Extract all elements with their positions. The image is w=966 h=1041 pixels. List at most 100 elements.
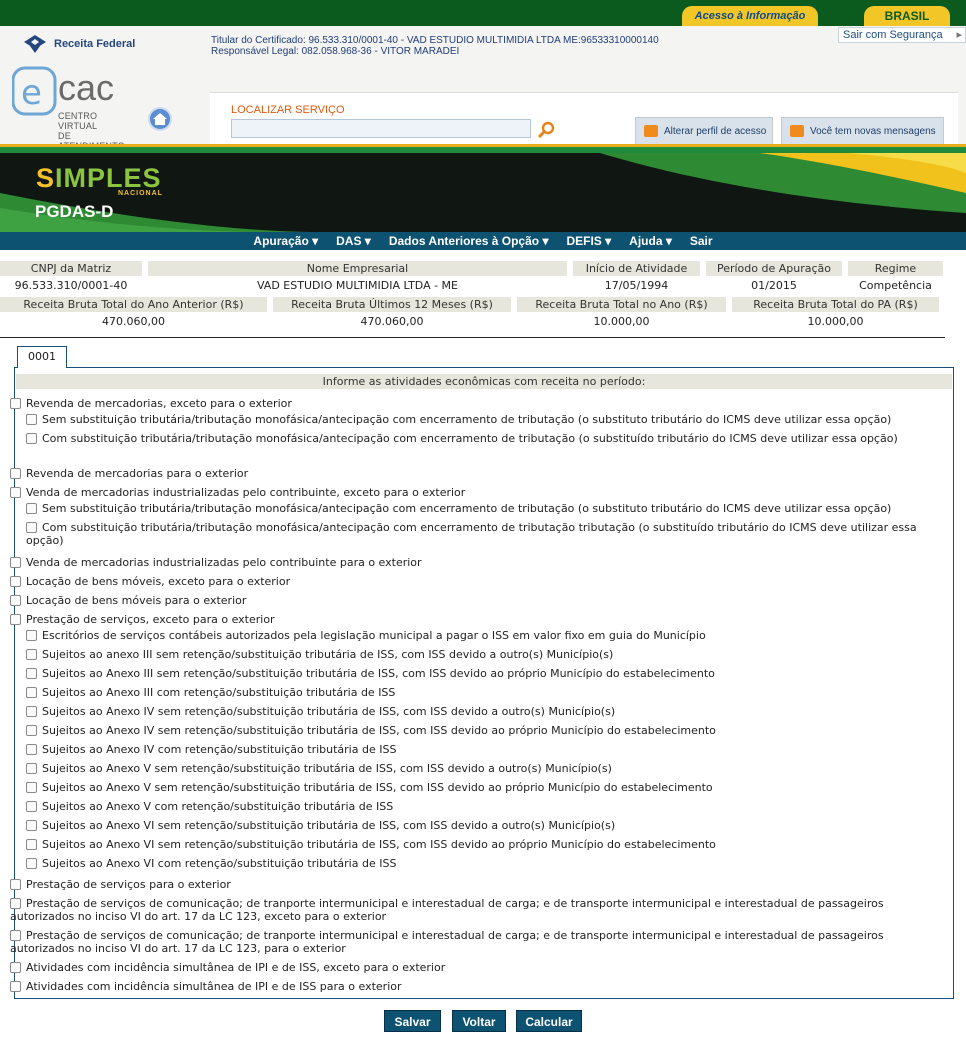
checkbox[interactable]	[26, 687, 37, 698]
activity-item[interactable]: Sujeitos ao Anexo IV sem retenção/substi…	[26, 705, 925, 718]
activity-label: Com substituição tributária/tributação m…	[26, 521, 917, 547]
activity-label: Venda de mercadorias industrializadas pe…	[26, 486, 466, 499]
activity-item[interactable]: Venda de mercadorias industrializadas pe…	[10, 486, 925, 499]
activity-item[interactable]: Prestação de serviços de comunicação; de…	[10, 929, 925, 955]
simples-logo-s: S	[36, 163, 56, 193]
activity-label: Atividades com incidência simultânea de …	[26, 980, 402, 993]
checkbox[interactable]	[26, 839, 37, 850]
checkbox[interactable]	[26, 433, 37, 444]
activity-item[interactable]: Sem substituição tributária/tributação m…	[26, 502, 925, 515]
search-icon[interactable]	[538, 121, 555, 138]
activity-label: Sujeitos ao Anexo VI sem retenção/substi…	[42, 819, 616, 832]
checkbox[interactable]	[10, 576, 21, 587]
nav-ajuda[interactable]: Ajuda ▾	[620, 232, 681, 250]
activity-item[interactable]: Prestação de serviços de comunicação; de…	[10, 897, 925, 923]
calcular-button[interactable]: Calcular	[516, 1010, 582, 1032]
main-nav: Apuração ▾ DAS ▾ Dados Anteriores à Opçã…	[0, 232, 966, 250]
checkbox[interactable]	[26, 858, 37, 869]
checkbox[interactable]	[10, 981, 21, 992]
envelope-icon	[790, 125, 804, 137]
checkbox[interactable]	[26, 668, 37, 679]
search-input[interactable]	[231, 119, 531, 138]
activity-label: Locação de bens móveis, exceto para o ex…	[26, 575, 291, 588]
ecac-logo[interactable]: e cac CENTRO VIRTUAL DE ATENDIMENTO	[11, 66, 132, 151]
checkbox[interactable]	[26, 522, 37, 533]
checkbox[interactable]	[10, 557, 21, 568]
activity-item[interactable]: Sujeitos ao Anexo VI sem retenção/substi…	[26, 819, 925, 832]
nav-das[interactable]: DAS ▾	[327, 232, 380, 250]
users-icon	[644, 125, 658, 137]
checkbox[interactable]	[26, 744, 37, 755]
activity-item[interactable]: Sujeitos ao Anexo IV com retenção/substi…	[26, 743, 925, 756]
sair-seguranca-button[interactable]: Sair com Segurança ▸	[838, 27, 966, 43]
activity-label: Sem substituição tributária/tributação m…	[42, 413, 892, 426]
activity-item[interactable]: Sujeitos ao Anexo VI sem retenção/substi…	[26, 838, 925, 851]
svg-text:e: e	[21, 73, 42, 113]
nav-dados-anteriores[interactable]: Dados Anteriores à Opção ▾	[380, 232, 558, 250]
checkbox[interactable]	[10, 468, 21, 479]
activity-item[interactable]: Sujeitos ao anexo III sem retenção/subst…	[26, 648, 925, 661]
alterar-perfil-button[interactable]: Alterar perfil de acesso	[635, 117, 773, 145]
checkbox[interactable]	[10, 614, 21, 625]
tab-estabelecimento[interactable]: 0001	[17, 346, 67, 368]
checkbox[interactable]	[10, 930, 21, 941]
activity-item[interactable]: Prestação de serviços para o exterior	[10, 878, 925, 891]
checkbox[interactable]	[26, 820, 37, 831]
activity-label: Prestação de serviços de comunicação; de…	[10, 929, 884, 955]
activity-item[interactable]: Sujeitos ao Anexo IV sem retenção/substi…	[26, 724, 925, 737]
checkbox[interactable]	[26, 503, 37, 514]
brasil-link[interactable]: BRASIL	[864, 6, 950, 26]
divider	[0, 337, 945, 338]
activity-item[interactable]: Sujeitos ao Anexo V sem retenção/substit…	[26, 781, 925, 794]
checkbox[interactable]	[10, 962, 21, 973]
checkbox[interactable]	[26, 706, 37, 717]
activity-item[interactable]: Locação de bens móveis, exceto para o ex…	[10, 575, 925, 588]
activity-label: Locação de bens móveis para o exterior	[26, 594, 247, 607]
checkbox[interactable]	[10, 398, 21, 409]
close-icon[interactable]: ▸	[956, 28, 962, 42]
activity-item[interactable]: Revenda de mercadorias, exceto para o ex…	[10, 397, 925, 410]
checkbox[interactable]	[10, 879, 21, 890]
home-icon[interactable]	[148, 107, 172, 131]
value-cnpj: 96.533.310/0001-40	[14, 279, 128, 292]
checkbox[interactable]	[26, 782, 37, 793]
activity-label: Prestação de serviços de comunicação; de…	[10, 897, 884, 923]
activity-item[interactable]: Com substituição tributária/tributação m…	[26, 521, 925, 547]
nav-defis[interactable]: DEFIS ▾	[557, 232, 620, 250]
checkbox[interactable]	[26, 801, 37, 812]
header-rb-ano-anterior: Receita Bruta Total do Ano Anterior (R$)	[0, 297, 267, 312]
checkbox[interactable]	[10, 595, 21, 606]
checkbox[interactable]	[26, 725, 37, 736]
checkbox[interactable]	[10, 898, 21, 909]
salvar-button[interactable]: Salvar	[384, 1010, 441, 1032]
activity-item[interactable]: Revenda de mercadorias para o exterior	[10, 467, 925, 480]
nav-sair[interactable]: Sair	[681, 232, 722, 250]
header-cnpj: CNPJ da Matriz	[0, 261, 142, 276]
acesso-informacao-link[interactable]: Acesso à Informação	[682, 6, 818, 26]
header-regime: Regime	[848, 261, 943, 276]
activity-item[interactable]: Sujeitos ao Anexo V sem retenção/substit…	[26, 762, 925, 775]
activity-item[interactable]: Sujeitos ao Anexo III com retenção/subst…	[26, 686, 925, 699]
activity-item[interactable]: Escritórios de serviços contábeis autori…	[26, 629, 925, 642]
activity-item[interactable]: Venda de mercadorias industrializadas pe…	[10, 556, 925, 569]
activity-item[interactable]: Locação de bens móveis para o exterior	[10, 594, 925, 607]
checkbox[interactable]	[26, 414, 37, 425]
activity-item[interactable]: Com substituição tributária/tributação m…	[26, 432, 925, 445]
checkbox[interactable]	[26, 630, 37, 641]
activity-item[interactable]: Sem substituição tributária/tributação m…	[26, 413, 925, 426]
voltar-button[interactable]: Voltar	[452, 1010, 506, 1032]
checkbox[interactable]	[10, 487, 21, 498]
activity-label: Escritórios de serviços contábeis autori…	[42, 629, 706, 642]
activity-item[interactable]: Atividades com incidência simultânea de …	[10, 961, 925, 974]
info-header-row-2: Receita Bruta Total do Ano Anterior (R$)…	[0, 297, 966, 312]
activity-item[interactable]: Prestação de serviços, exceto para o ext…	[10, 613, 925, 626]
activity-item[interactable]: Sujeitos ao Anexo VI com retenção/substi…	[26, 857, 925, 870]
activity-item[interactable]: Atividades com incidência simultânea de …	[10, 980, 925, 993]
checkbox[interactable]	[26, 649, 37, 660]
value-nome: VAD ESTUDIO MULTIMIDIA LTDA - ME	[256, 279, 458, 292]
checkbox[interactable]	[26, 763, 37, 774]
mensagens-button[interactable]: Você tem novas mensagens	[781, 117, 944, 145]
activity-item[interactable]: Sujeitos ao Anexo V com retenção/substit…	[26, 800, 925, 813]
nav-apuracao[interactable]: Apuração ▾	[244, 232, 327, 250]
activity-item[interactable]: Sujeitos ao Anexo III sem retenção/subst…	[26, 667, 925, 680]
